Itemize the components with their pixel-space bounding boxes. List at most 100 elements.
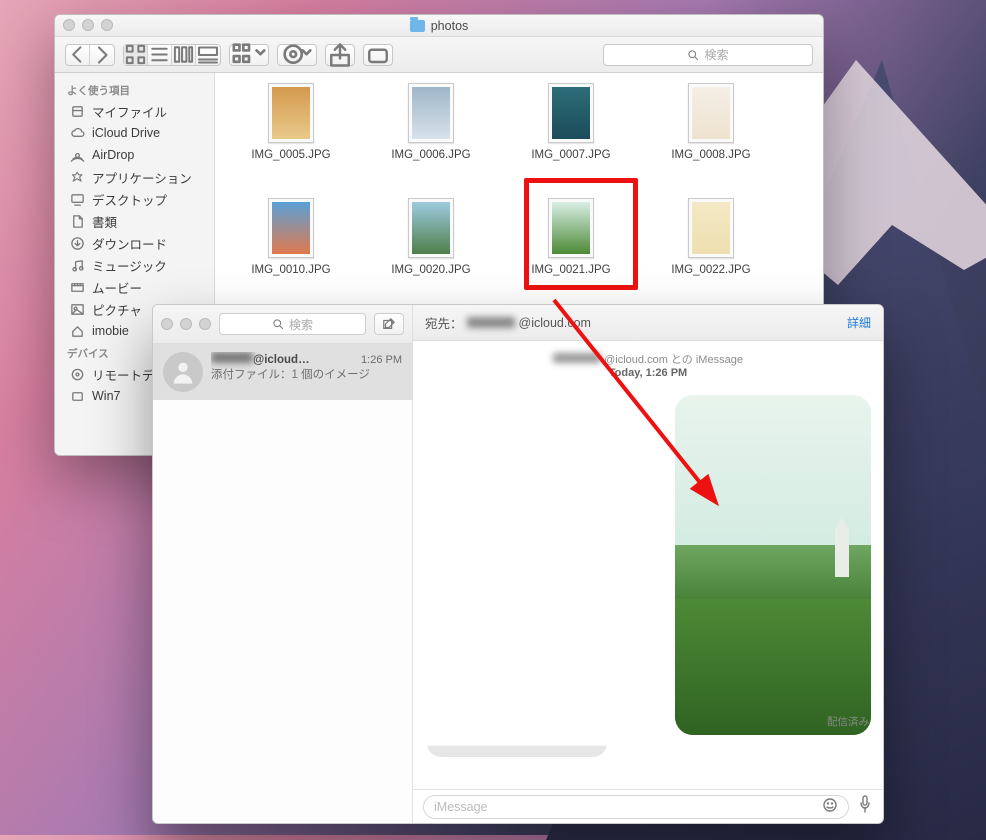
sidebar-item-label: アプリケーション [92, 168, 192, 187]
sidebar-item-icon [69, 388, 85, 404]
minimize-icon[interactable] [180, 318, 192, 330]
to-label: 宛先： [425, 313, 463, 332]
conversation-name: @icloud… [253, 354, 310, 366]
file-item[interactable]: IMG_0021.JPG [501, 198, 641, 313]
conversation-item[interactable]: @icloud… 1:26 PM 添付ファイル：1 個のイメージ [153, 344, 412, 400]
finder-toolbar: 検索 [55, 37, 823, 73]
share-button[interactable] [325, 44, 355, 66]
sidebar-item-icon [69, 125, 85, 141]
sidebar-item-icon [69, 301, 85, 317]
forward-button[interactable] [90, 45, 114, 65]
view-icons-button[interactable] [124, 45, 148, 65]
sidebar-item-label: imobie [92, 324, 129, 338]
sidebar-item-icon [69, 235, 85, 251]
conversation-details: @icloud… 1:26 PM 添付ファイル：1 個のイメージ [211, 352, 402, 392]
minimize-icon[interactable] [82, 19, 94, 31]
sidebar-item-label: デスクトップ [92, 190, 167, 209]
sidebar-section-header: よく使う項目 [55, 79, 214, 100]
file-item[interactable]: IMG_0020.JPG [361, 198, 501, 313]
search-input[interactable]: 検索 [603, 44, 813, 66]
sidebar-item[interactable]: マイファイル [55, 100, 214, 122]
thread-date-label: Today, [609, 367, 646, 379]
conversation-pane: 宛先： @icloud.com 詳細 @icloud.com との iMessa… [413, 305, 883, 823]
search-placeholder: 検索 [704, 46, 728, 63]
arrange-button[interactable] [229, 44, 269, 66]
file-name: IMG_0010.JPG [251, 264, 330, 276]
window-controls [63, 19, 113, 31]
file-thumbnail [268, 83, 314, 143]
sidebar-item[interactable]: ムービー [55, 276, 214, 298]
view-columns-button[interactable] [172, 45, 196, 65]
action-button[interactable] [277, 44, 317, 66]
sidebar-item-label: マイファイル [92, 102, 167, 121]
file-thumbnail [408, 198, 454, 258]
sidebar-item-icon [69, 366, 85, 382]
sidebar-item-icon [69, 323, 85, 339]
file-thumbnail [268, 198, 314, 258]
file-thumbnail [548, 198, 594, 258]
message-thread[interactable]: @icloud.com との iMessage Today, 1:26 PM 配… [413, 341, 883, 789]
file-thumbnail [548, 83, 594, 143]
sidebar-item-icon [69, 213, 85, 229]
details-button[interactable]: 詳細 [847, 314, 871, 331]
redacted-name [553, 353, 601, 363]
message-input-placeholder: iMessage [434, 800, 488, 814]
view-switcher [123, 44, 221, 66]
message-input[interactable]: iMessage [423, 795, 849, 819]
folder-icon [410, 20, 425, 32]
redacted-name [211, 352, 253, 363]
to-value: @icloud.com [519, 316, 591, 330]
window-title-text: photos [431, 19, 469, 33]
file-item[interactable]: IMG_0010.JPG [221, 198, 361, 313]
file-item[interactable]: IMG_0006.JPG [361, 83, 501, 198]
sidebar-item-icon [69, 169, 85, 185]
back-button[interactable] [66, 45, 90, 65]
zoom-icon[interactable] [101, 19, 113, 31]
file-item[interactable]: IMG_0008.JPG [641, 83, 781, 198]
sidebar-item-label: ダウンロード [92, 234, 167, 253]
emoji-icon[interactable] [822, 797, 838, 816]
finder-titlebar[interactable]: photos [55, 15, 823, 37]
messages-toolbar: 検索 [153, 305, 412, 344]
sidebar-item[interactable]: デスクトップ [55, 188, 214, 210]
search-input[interactable]: 検索 [219, 313, 366, 335]
conversation-time: 1:26 PM [361, 354, 402, 366]
close-icon[interactable] [63, 19, 75, 31]
delivered-label: 配信済み [827, 714, 869, 729]
compose-button[interactable] [374, 313, 404, 335]
file-name: IMG_0007.JPG [531, 149, 610, 161]
file-item[interactable]: IMG_0005.JPG [221, 83, 361, 198]
sidebar-item[interactable]: AirDrop [55, 144, 214, 166]
search-placeholder: 検索 [289, 316, 313, 333]
search-icon [272, 318, 284, 330]
view-list-button[interactable] [148, 45, 172, 65]
microphone-icon[interactable] [857, 794, 873, 819]
file-item[interactable]: IMG_0022.JPG [641, 198, 781, 313]
sidebar-item-icon [69, 147, 85, 163]
tags-button[interactable] [363, 44, 393, 66]
conversation-list-pane: 検索 @icloud… 1:26 PM 添付ファイル：1 個のイメージ [153, 305, 413, 823]
zoom-icon[interactable] [199, 318, 211, 330]
thread-meta: @icloud.com との iMessage Today, 1:26 PM [427, 351, 869, 379]
search-icon [687, 49, 699, 61]
sidebar-item[interactable]: iCloud Drive [55, 122, 214, 144]
sidebar-item-label: 書類 [92, 212, 117, 231]
person-icon [169, 358, 197, 386]
nav-back-forward [65, 44, 115, 66]
redacted-recipient [467, 317, 515, 328]
sidebar-item[interactable]: ミュージック [55, 254, 214, 276]
view-coverflow-button[interactable] [196, 45, 220, 65]
sidebar-item[interactable]: アプリケーション [55, 166, 214, 188]
sidebar-item-icon [69, 257, 85, 273]
sidebar-item-label: ミュージック [92, 256, 167, 275]
file-name: IMG_0006.JPG [391, 149, 470, 161]
close-icon[interactable] [161, 318, 173, 330]
sidebar-item[interactable]: 書類 [55, 210, 214, 232]
file-item[interactable]: IMG_0007.JPG [501, 83, 641, 198]
sidebar-item[interactable]: ダウンロード [55, 232, 214, 254]
file-name: IMG_0022.JPG [671, 264, 750, 276]
file-name: IMG_0021.JPG [531, 264, 610, 276]
sent-image-bubble[interactable] [675, 395, 871, 735]
avatar [163, 352, 203, 392]
file-name: IMG_0020.JPG [391, 264, 470, 276]
